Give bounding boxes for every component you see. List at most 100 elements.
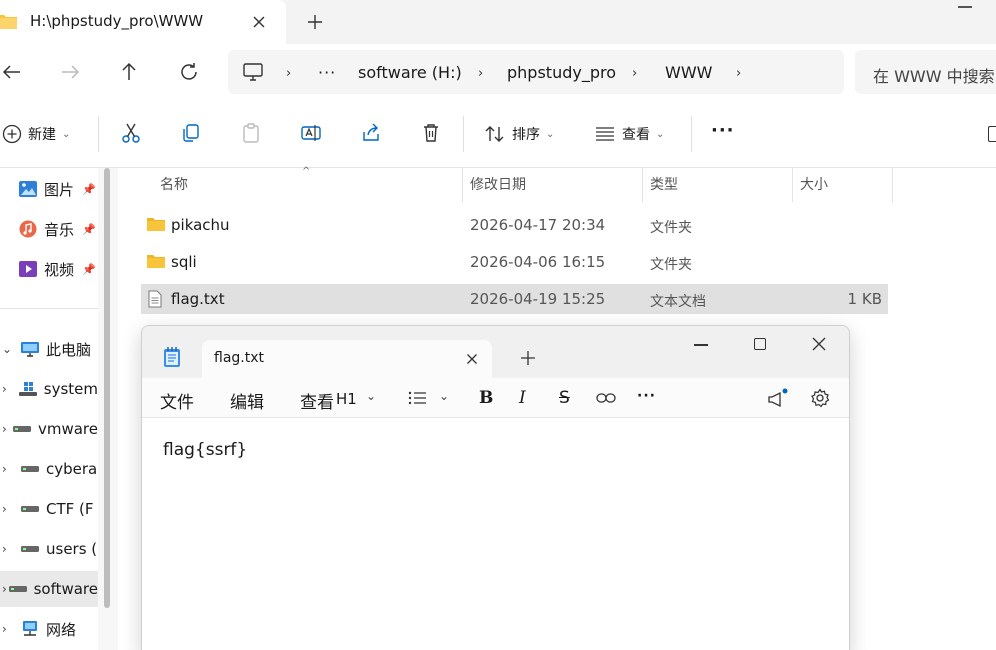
breadcrumb-software[interactable]: software (H:) xyxy=(358,63,462,82)
file-row-selected[interactable]: flag.txt 2026-04-19 15:25 文本文档 1 KB xyxy=(141,284,888,314)
notepad-editor[interactable]: flag{ssrf} xyxy=(142,418,849,650)
close-window-icon[interactable] xyxy=(811,336,827,352)
chevron-right-icon[interactable]: › xyxy=(2,462,20,476)
sidebar-item-this-pc[interactable]: ⌄ 此电脑 xyxy=(0,331,98,367)
new-button[interactable]: 新建 ⌄ xyxy=(2,124,70,144)
view-button[interactable]: 查看 ⌄ xyxy=(594,124,664,144)
chevron-right-icon[interactable]: › xyxy=(478,66,483,81)
chevron-down-icon[interactable]: ⌄ xyxy=(366,389,376,403)
column-header-name[interactable]: 名称 xyxy=(154,168,188,202)
explorer-tab[interactable]: H:\phpstudy_pro\WWW xyxy=(0,0,286,44)
column-header-date[interactable]: 修改日期 xyxy=(464,168,526,202)
new-tab-icon[interactable] xyxy=(520,350,536,366)
sidebar-item-label: CTF (F xyxy=(46,500,94,518)
sidebar-item-drive[interactable]: › users ( xyxy=(0,531,98,567)
sort-button[interactable]: 排序 ⌄ xyxy=(484,124,554,144)
chevron-down-icon[interactable]: ⌄ xyxy=(2,342,20,356)
breadcrumb-phpstudy[interactable]: phpstudy_pro xyxy=(507,63,616,82)
sidebar-item-drive-selected[interactable]: › software xyxy=(0,571,98,607)
drive-icon xyxy=(8,580,28,598)
chevron-down-icon[interactable]: ⌄ xyxy=(439,389,449,403)
sort-icon xyxy=(484,124,506,144)
sidebar-item-videos[interactable]: 视频 📌 xyxy=(0,251,98,287)
chevron-right-icon[interactable]: › xyxy=(632,66,637,81)
column-header-type[interactable]: 类型 xyxy=(644,168,678,202)
column-divider[interactable] xyxy=(792,168,793,202)
strikethrough-icon[interactable]: S xyxy=(559,388,570,408)
link-icon[interactable] xyxy=(596,391,616,405)
chevron-right-icon[interactable]: › xyxy=(2,422,12,436)
breadcrumb-overflow[interactable]: ··· xyxy=(318,63,336,82)
drive-icon xyxy=(20,540,40,558)
chevron-right-icon[interactable]: › xyxy=(2,622,20,636)
up-icon[interactable] xyxy=(117,60,141,84)
rename-icon[interactable] xyxy=(300,122,322,144)
announcement-icon[interactable] xyxy=(766,388,790,410)
settings-gear-icon[interactable] xyxy=(810,388,830,408)
menu-file[interactable]: 文件 xyxy=(160,388,194,413)
file-name: flag.txt xyxy=(171,290,225,308)
notepad-tab[interactable]: flag.txt xyxy=(202,340,492,378)
italic-icon[interactable]: I xyxy=(519,388,526,408)
sidebar-item-drive[interactable]: › CTF (F xyxy=(0,491,98,527)
chevron-right-icon[interactable]: › xyxy=(286,66,291,81)
more-options-button[interactable]: ··· xyxy=(637,388,656,404)
file-row[interactable]: pikachu 2026-04-17 20:34 文件夹 xyxy=(141,210,888,240)
forward-icon[interactable] xyxy=(58,60,82,84)
share-icon[interactable] xyxy=(360,122,382,144)
delete-icon[interactable] xyxy=(420,122,442,144)
sidebar-item-music[interactable]: 音乐 📌 xyxy=(0,211,98,247)
list-icon[interactable] xyxy=(408,390,428,406)
sidebar-item-drive[interactable]: › cyberа xyxy=(0,451,98,487)
notepad-window: flag.txt 文件 编辑 查看 H1 ⌄ ⌄ B I S ··· flag{… xyxy=(141,325,850,650)
file-row[interactable]: sqli 2026-04-06 16:15 文件夹 xyxy=(141,247,888,277)
column-divider[interactable] xyxy=(892,168,893,202)
back-icon[interactable] xyxy=(0,60,24,84)
file-type: 文件夹 xyxy=(650,220,692,236)
sidebar-item-pictures[interactable]: 图片 📌 xyxy=(0,171,98,207)
videos-icon xyxy=(18,260,38,278)
divider xyxy=(98,116,99,152)
sidebar-item-drive[interactable]: › vmware xyxy=(0,411,98,447)
address-bar[interactable]: › ··· software (H:) › phpstudy_pro › WWW… xyxy=(228,50,844,94)
cut-icon[interactable] xyxy=(120,122,142,144)
sidebar-item-drive[interactable]: › system xyxy=(0,371,98,407)
column-divider[interactable] xyxy=(462,168,463,202)
refresh-icon[interactable] xyxy=(177,60,201,84)
file-name: pikachu xyxy=(171,216,230,234)
folder-icon xyxy=(146,253,166,269)
copy-icon[interactable] xyxy=(180,122,202,144)
maximize-icon[interactable] xyxy=(754,338,766,350)
minimize-icon[interactable] xyxy=(958,6,972,8)
details-pane-icon[interactable] xyxy=(988,126,996,142)
chevron-right-icon[interactable]: › xyxy=(2,382,18,396)
chevron-right-icon[interactable]: › xyxy=(736,66,741,81)
sidebar-item-label: vmware xyxy=(37,420,98,438)
column-divider[interactable] xyxy=(642,168,643,202)
new-tab-icon[interactable] xyxy=(306,13,324,31)
view-icon xyxy=(594,124,616,144)
computer-icon xyxy=(20,340,40,358)
file-size: 1 KB xyxy=(847,290,882,308)
sort-label: 排序 xyxy=(512,127,540,143)
search-input[interactable]: 在 WWW 中搜索 xyxy=(855,50,996,94)
chevron-right-icon[interactable]: › xyxy=(2,542,20,556)
column-header-size[interactable]: 大小 xyxy=(794,168,828,202)
sidebar-item-network[interactable]: › 网络 xyxy=(0,611,98,647)
text-file-icon xyxy=(146,290,164,308)
paste-icon[interactable] xyxy=(240,122,262,144)
sidebar-scrollbar[interactable] xyxy=(104,168,110,608)
menu-view[interactable]: 查看 xyxy=(300,388,334,413)
more-button[interactable]: ··· xyxy=(711,120,735,141)
new-label: 新建 xyxy=(28,127,56,143)
breadcrumb-www[interactable]: WWW xyxy=(665,63,712,82)
close-tab-icon[interactable] xyxy=(250,13,268,31)
bold-icon[interactable]: B xyxy=(479,388,493,408)
close-tab-icon[interactable] xyxy=(464,351,480,367)
heading-dropdown[interactable]: H1 xyxy=(336,390,357,408)
minimize-icon[interactable] xyxy=(694,344,708,346)
sidebar-item-label: users ( xyxy=(46,540,98,558)
chevron-right-icon[interactable]: › xyxy=(2,502,20,516)
menu-edit[interactable]: 编辑 xyxy=(230,388,264,413)
search-placeholder: 在 WWW 中搜索 xyxy=(873,67,995,86)
